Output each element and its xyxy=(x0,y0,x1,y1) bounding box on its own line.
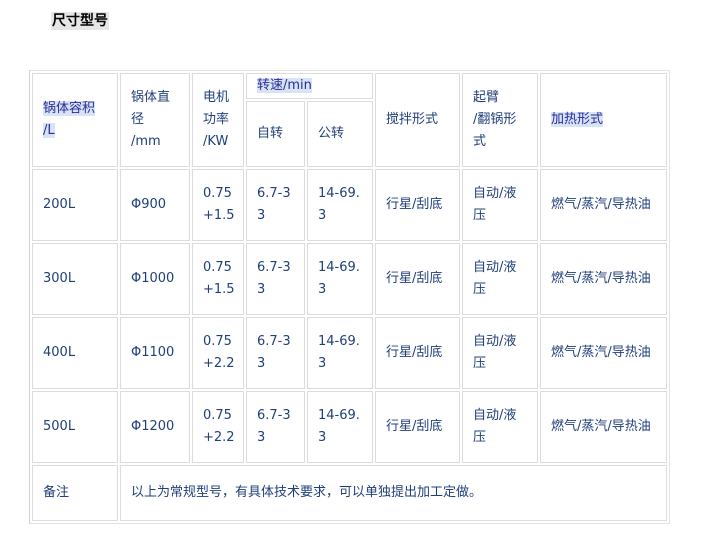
table-row: 500L Φ1200 0.75 +2.2 6.7-3 3 14-69. 3 行星/刮底… xyxy=(32,391,667,463)
cell-power-line2: +1.5 xyxy=(203,208,235,223)
header-capacity-line1: 锅体容积 xyxy=(43,101,96,116)
cell-self-rotation-line1: 6.7-3 xyxy=(257,186,291,201)
header-diameter-line3: /mm xyxy=(131,134,161,149)
cell-revolution-line1: 14-69. xyxy=(318,334,360,349)
cell-power-line1: 0.75 xyxy=(203,186,232,201)
cell-revolution: 14-69. 3 xyxy=(307,169,373,241)
cell-self-rotation: 6.7-3 3 xyxy=(246,243,305,315)
cell-self-rotation: 6.7-3 3 xyxy=(246,169,305,241)
cell-tilt-line2: 压 xyxy=(473,356,487,371)
cell-revolution-line2: 3 xyxy=(318,282,327,297)
cell-tilt-line2: 压 xyxy=(473,282,487,297)
cell-stirring: 行星/刮底 xyxy=(375,243,460,315)
cell-self-rotation-line2: 3 xyxy=(257,356,266,371)
header-capacity-line2: /L xyxy=(43,123,55,138)
cell-revolution-line1: 14-69. xyxy=(318,260,360,275)
cell-self-rotation-line2: 3 xyxy=(257,208,266,223)
cell-power: 0.75 +1.5 xyxy=(192,243,244,315)
table-header-row: 锅体容积/L 锅体直径/mm 电机功率/KW 转速/min 搅拌形式 起臂/翻锅… xyxy=(32,73,667,167)
cell-power: 0.75 +1.5 xyxy=(192,169,244,241)
header-heating: 加热形式 xyxy=(540,73,667,167)
header-self-rotation: 自转 xyxy=(246,101,305,167)
header-stirring: 搅拌形式 xyxy=(375,73,460,167)
cell-revolution-line2: 3 xyxy=(318,356,327,371)
cell-heating: 燃气/蒸汽/导热油 xyxy=(540,317,667,389)
header-diameter-line2: 径 xyxy=(131,112,145,127)
header-tilt-line2: /翻锅形 xyxy=(473,112,517,127)
table-row: 400L Φ1100 0.75 +2.2 6.7-3 3 14-69. 3 行星/刮底… xyxy=(32,317,667,389)
cell-capacity: 200L xyxy=(32,169,118,241)
cell-capacity: 400L xyxy=(32,317,118,389)
header-power-line2: 功率 xyxy=(203,112,230,127)
header-heating-label: 加热形式 xyxy=(551,112,604,127)
note-text: 以上为常规型号，有具体技术要求，可以单独提出加工定做。 xyxy=(120,465,667,521)
header-speed: 转速/min xyxy=(246,73,373,99)
cell-self-rotation: 6.7-3 3 xyxy=(246,391,305,463)
header-power: 电机功率/KW xyxy=(192,73,244,167)
cell-power-line2: +1.5 xyxy=(203,282,235,297)
cell-power: 0.75 +2.2 xyxy=(192,317,244,389)
cell-revolution-line2: 3 xyxy=(318,430,327,445)
cell-power-line1: 0.75 xyxy=(203,260,232,275)
cell-revolution-line1: 14-69. xyxy=(318,408,360,423)
cell-revolution: 14-69. 3 xyxy=(307,391,373,463)
header-revolution: 公转 xyxy=(307,101,373,167)
cell-tilt-line1: 自动/液 xyxy=(473,408,517,423)
header-power-line3: /KW xyxy=(203,134,229,149)
cell-stirring: 行星/刮底 xyxy=(375,169,460,241)
cell-tilt-line2: 压 xyxy=(473,208,487,223)
cell-self-rotation-line2: 3 xyxy=(257,430,266,445)
cell-self-rotation-line1: 6.7-3 xyxy=(257,334,291,349)
header-tilt-line1: 起臂 xyxy=(473,90,500,105)
cell-heating: 燃气/蒸汽/导热油 xyxy=(540,243,667,315)
cell-tilt-line1: 自动/液 xyxy=(473,186,517,201)
cell-tilt: 自动/液压 xyxy=(462,169,538,241)
cell-power-line2: +2.2 xyxy=(203,356,235,371)
cell-heating: 燃气/蒸汽/导热油 xyxy=(540,391,667,463)
page-title: 尺寸型号 xyxy=(51,12,109,30)
cell-self-rotation-line1: 6.7-3 xyxy=(257,260,291,275)
cell-tilt: 自动/液压 xyxy=(462,317,538,389)
cell-tilt-line1: 自动/液 xyxy=(473,260,517,275)
cell-revolution: 14-69. 3 xyxy=(307,317,373,389)
cell-revolution-line2: 3 xyxy=(318,208,327,223)
spec-table: 锅体容积/L 锅体直径/mm 电机功率/KW 转速/min 搅拌形式 起臂/翻锅… xyxy=(29,70,670,524)
cell-diameter: Φ900 xyxy=(120,169,190,241)
cell-tilt: 自动/液压 xyxy=(462,243,538,315)
header-tilt: 起臂/翻锅形式 xyxy=(462,73,538,167)
header-diameter: 锅体直径/mm xyxy=(120,73,190,167)
cell-capacity: 300L xyxy=(32,243,118,315)
cell-heating: 燃气/蒸汽/导热油 xyxy=(540,169,667,241)
cell-diameter: Φ1100 xyxy=(120,317,190,389)
cell-power-line1: 0.75 xyxy=(203,334,232,349)
cell-revolution-line1: 14-69. xyxy=(318,186,360,201)
cell-revolution: 14-69. 3 xyxy=(307,243,373,315)
cell-self-rotation: 6.7-3 3 xyxy=(246,317,305,389)
cell-self-rotation-line1: 6.7-3 xyxy=(257,408,291,423)
cell-power-line2: +2.2 xyxy=(203,430,235,445)
cell-capacity: 500L xyxy=(32,391,118,463)
cell-stirring: 行星/刮底 xyxy=(375,391,460,463)
cell-tilt-line1: 自动/液 xyxy=(473,334,517,349)
cell-power: 0.75 +2.2 xyxy=(192,391,244,463)
note-label: 备注 xyxy=(32,465,118,521)
cell-tilt: 自动/液压 xyxy=(462,391,538,463)
cell-stirring: 行星/刮底 xyxy=(375,317,460,389)
header-tilt-line3: 式 xyxy=(473,134,487,149)
header-speed-label: 转速/min xyxy=(257,78,312,93)
table-note-row: 备注 以上为常规型号，有具体技术要求，可以单独提出加工定做。 xyxy=(32,465,667,521)
header-capacity: 锅体容积/L xyxy=(32,73,118,167)
cell-self-rotation-line2: 3 xyxy=(257,282,266,297)
cell-diameter: Φ1000 xyxy=(120,243,190,315)
header-diameter-line1: 锅体直 xyxy=(131,90,171,105)
cell-power-line1: 0.75 xyxy=(203,408,232,423)
cell-tilt-line2: 压 xyxy=(473,430,487,445)
table-row: 300L Φ1000 0.75 +1.5 6.7-3 3 14-69. 3 行星/刮底… xyxy=(32,243,667,315)
table-row: 200L Φ900 0.75 +1.5 6.7-3 3 14-69. 3 行星/刮底 … xyxy=(32,169,667,241)
cell-diameter: Φ1200 xyxy=(120,391,190,463)
header-power-line1: 电机 xyxy=(203,90,230,105)
